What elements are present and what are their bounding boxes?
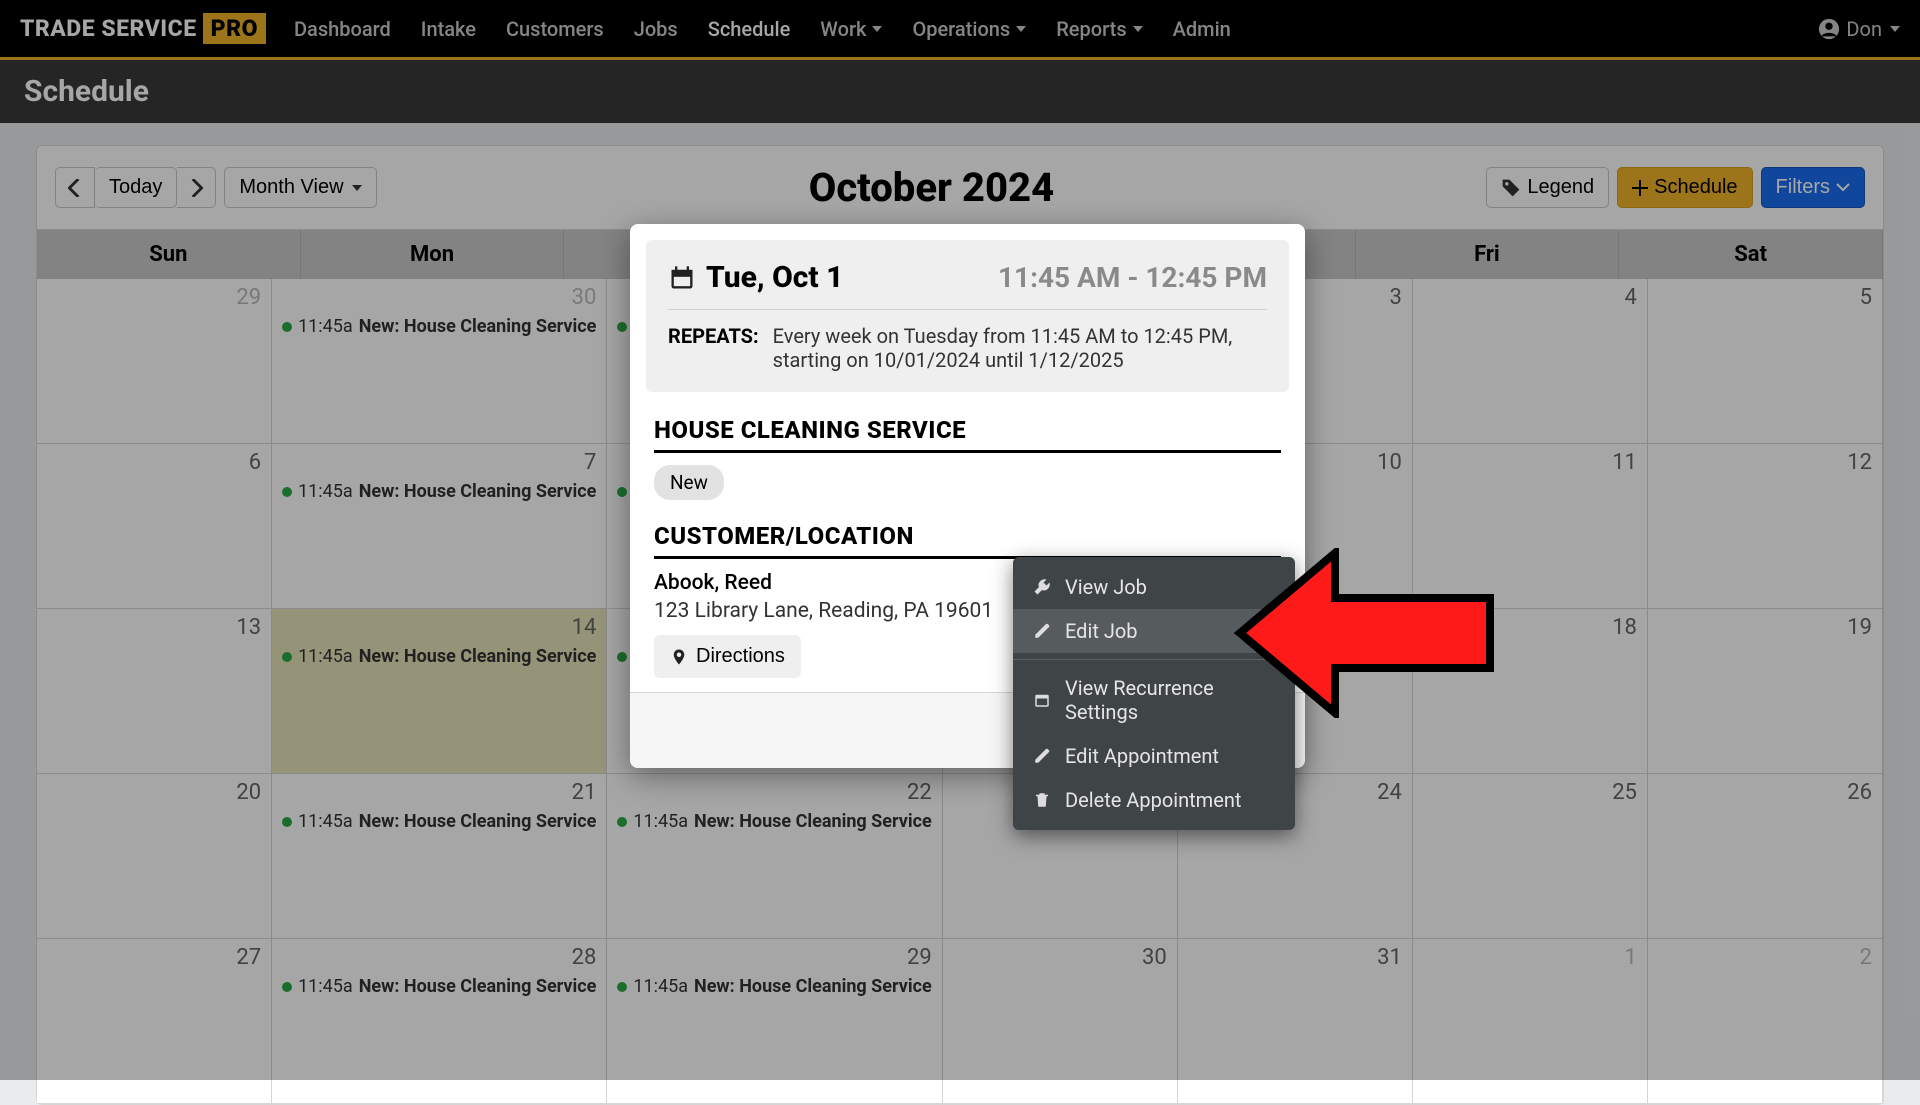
customer-title: CUSTOMER/LOCATION: [654, 522, 1281, 559]
repeats-text: Every week on Tuesday from 11:45 AM to 1…: [773, 324, 1267, 372]
modal-time: 11:45 AM - 12:45 PM: [998, 261, 1267, 294]
wrench-icon: [1033, 578, 1051, 596]
annotation-arrow: [1230, 548, 1500, 718]
pencil-icon: [1033, 747, 1051, 765]
repeats-label: REPEATS:: [668, 324, 759, 372]
modal-date: Tue, Oct 1: [668, 260, 843, 295]
status-badge: New: [654, 465, 724, 500]
dd-delete-appointment[interactable]: Delete Appointment: [1013, 778, 1295, 822]
directions-button[interactable]: Directions: [654, 635, 801, 678]
pencil-icon: [1033, 622, 1051, 640]
location-icon: [670, 646, 688, 668]
modal-header: Tue, Oct 1 11:45 AM - 12:45 PM REPEATS: …: [646, 240, 1289, 392]
dd-edit-appointment[interactable]: Edit Appointment: [1013, 734, 1295, 778]
trash-icon: [1033, 791, 1051, 809]
service-title: HOUSE CLEANING SERVICE: [654, 416, 1281, 453]
calendar-icon: [668, 264, 696, 292]
calendar-icon: [1033, 691, 1051, 709]
